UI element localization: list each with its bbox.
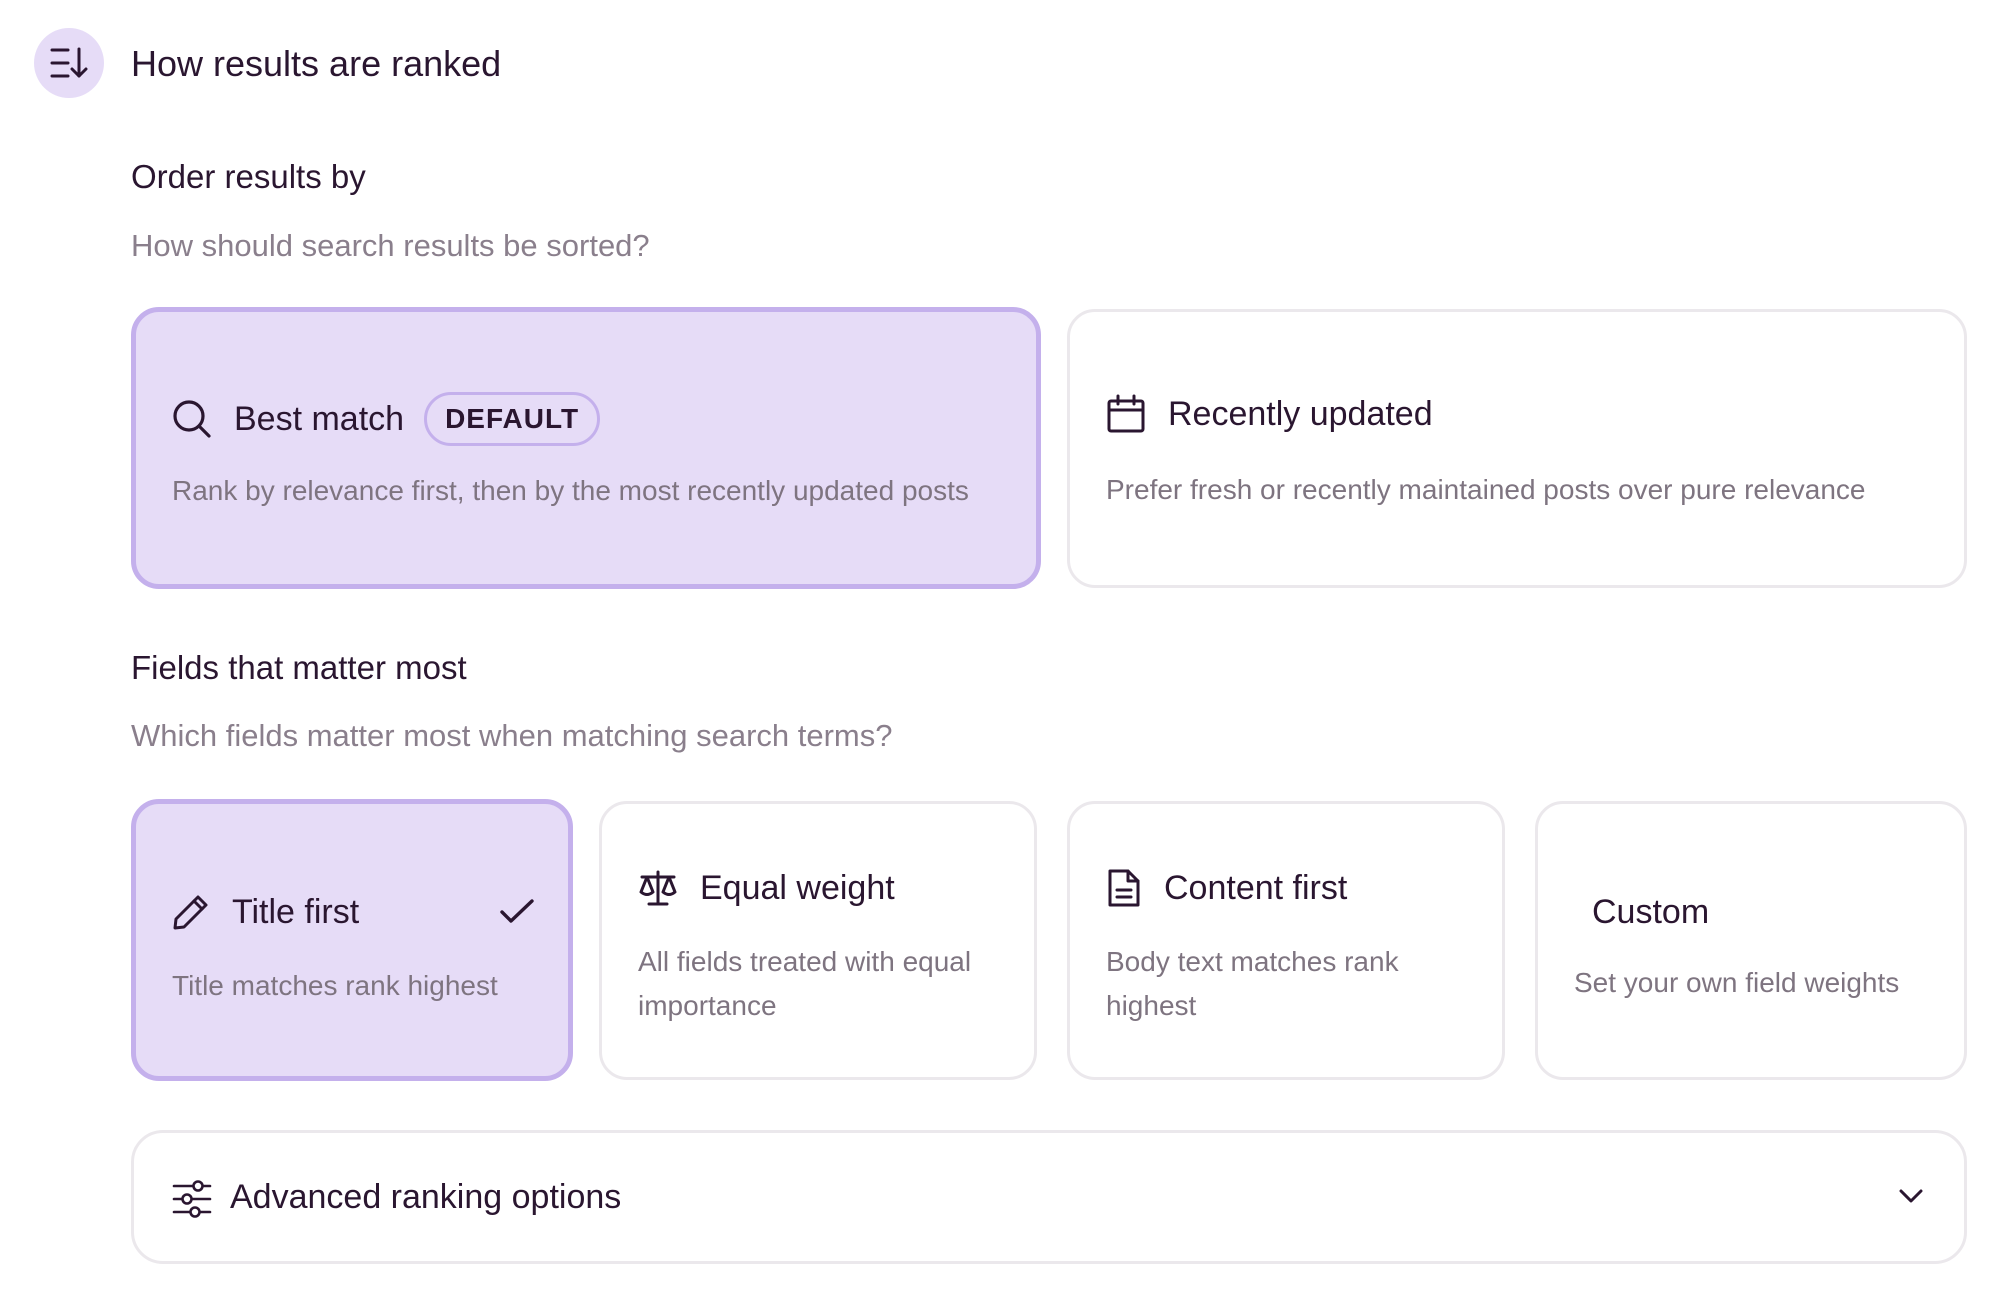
search-icon [172,399,212,439]
title-first-description: Title matches rank highest [172,970,498,1001]
sliders-icon [172,1179,212,1219]
document-icon [1106,868,1142,908]
fields-help: Which fields matter most when matching s… [131,718,893,753]
checkmark-icon [499,898,535,926]
recently-updated-description: Prefer fresh or recently maintained post… [1106,474,1866,505]
equal-weight-description: All fields treated with equal importance [638,940,1008,1028]
calendar-icon [1106,394,1146,434]
section-title: How results are ranked [131,43,502,84]
field-option-title-first[interactable]: Title first Title matches rank highest [131,799,573,1081]
best-match-description: Rank by relevance first, then by the mos… [172,475,969,506]
order-results-label: Order results by [131,158,366,195]
content-first-description: Body text matches rank highest [1106,940,1476,1028]
content-first-description-line2: highest [1106,990,1197,1021]
advanced-ranking-options-label: Advanced ranking options [230,1178,622,1216]
section-icon-badge [34,28,104,98]
recently-updated-title: Recently updated [1168,395,1433,433]
custom-description: Set your own field weights [1574,967,1900,998]
equal-weight-title: Equal weight [700,869,895,907]
chevron-down-icon[interactable] [1898,1187,1924,1205]
default-badge: DEFAULT [424,392,601,446]
order-option-recently-updated[interactable]: Recently updated Prefer fresh or recentl… [1067,309,1967,588]
fields-label: Fields that matter most [131,649,467,686]
sort-descending-icon [50,46,88,80]
best-match-title: Best match [234,400,405,438]
order-option-best-match[interactable]: Best match DEFAULT Rank by relevance fir… [131,307,1041,589]
equal-weight-description-line1: All fields treated with equal [638,946,972,977]
equal-weight-description-line2: importance [638,990,777,1021]
scale-icon [638,868,678,908]
field-option-equal-weight[interactable]: Equal weight All fields treated with equ… [599,801,1037,1080]
order-results-help: How should search results be sorted? [131,228,650,263]
pencil-icon [172,893,210,931]
field-option-custom[interactable]: Custom Set your own field weights [1535,801,1967,1080]
title-first-title: Title first [232,893,360,931]
advanced-ranking-options-toggle[interactable]: Advanced ranking options [131,1130,1967,1264]
content-first-title: Content first [1164,869,1348,907]
field-option-content-first[interactable]: Content first Body text matches rank hig… [1067,801,1505,1080]
content-first-description-line1: Body text matches rank [1106,946,1399,977]
custom-title: Custom [1592,893,1710,931]
